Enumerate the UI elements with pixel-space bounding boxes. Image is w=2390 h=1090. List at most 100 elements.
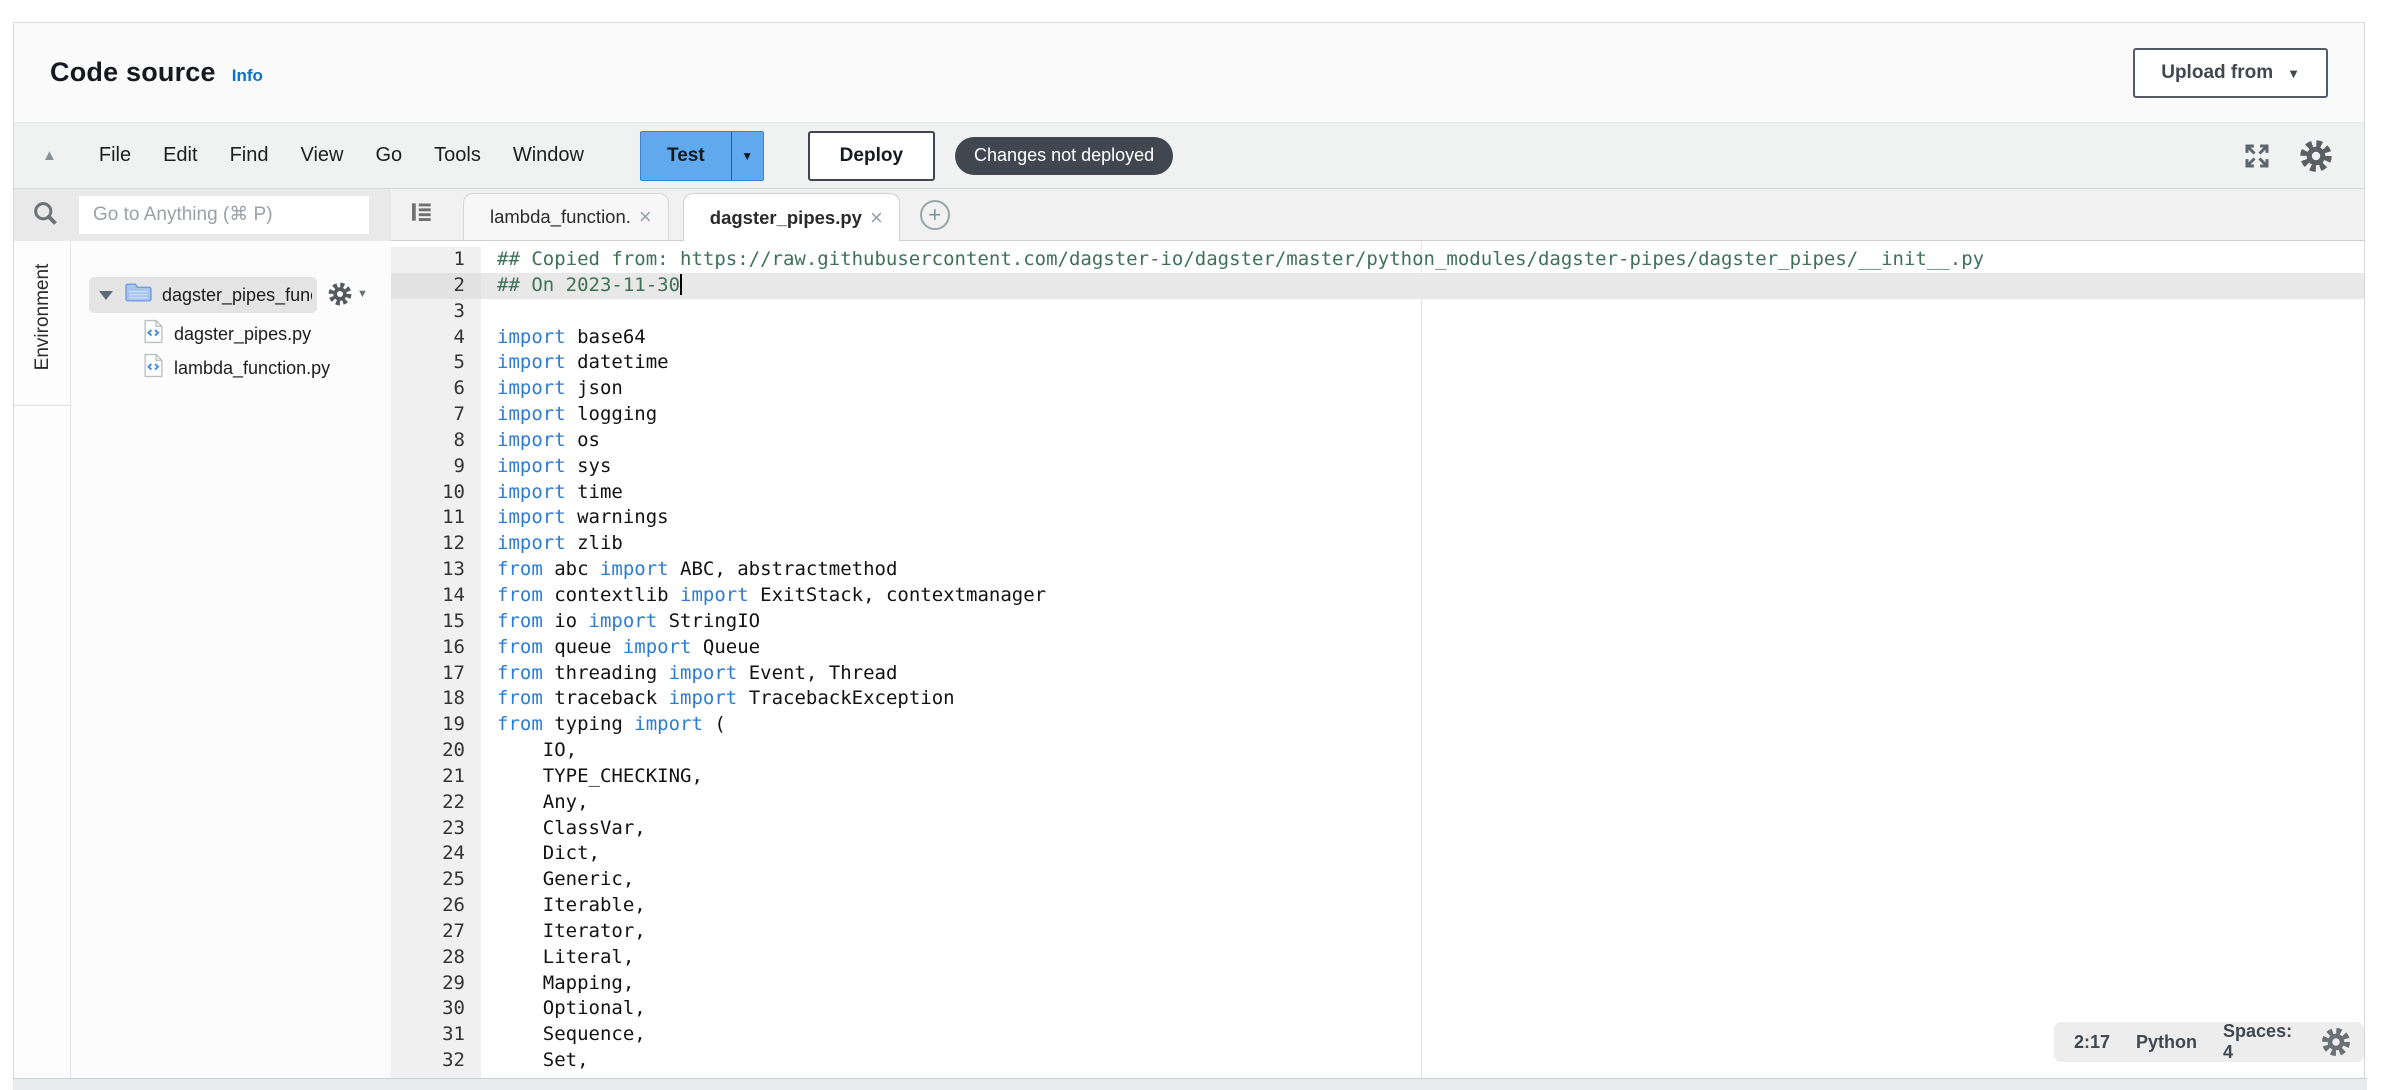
menu-file[interactable]: File <box>83 136 147 175</box>
line-number: 31 <box>391 1022 481 1048</box>
deploy-button[interactable]: Deploy <box>808 131 935 181</box>
code-line[interactable]: 25 Generic, <box>391 867 2364 893</box>
environment-dock: Environment <box>14 241 71 1078</box>
line-content: from contextlib import ExitStack, contex… <box>481 583 2364 609</box>
line-content: ## Copied from: https://raw.githubuserco… <box>481 247 2364 273</box>
search-input[interactable] <box>79 196 369 234</box>
fullscreen-icon[interactable] <box>2242 141 2272 171</box>
code-line[interactable]: 7import logging <box>391 402 2364 428</box>
line-content: from threading import Event, Thread <box>481 661 2364 687</box>
line-number: 15 <box>391 609 481 635</box>
new-tab-icon[interactable]: + <box>920 200 950 230</box>
upload-from-label: Upload from <box>2161 62 2273 84</box>
code-line[interactable]: 24 Dict, <box>391 841 2364 867</box>
settings-gear-icon[interactable] <box>2298 138 2334 174</box>
code-line[interactable]: 8import os <box>391 428 2364 454</box>
chevron-down-icon: ▼ <box>357 288 368 300</box>
menu-find[interactable]: Find <box>214 136 285 175</box>
environment-tab[interactable]: Environment <box>14 241 71 406</box>
tree-settings-button[interactable]: ▼ <box>327 281 368 307</box>
menu-window[interactable]: Window <box>497 136 600 175</box>
code-line[interactable]: 4import base64 <box>391 325 2364 351</box>
folder-label: dagster_pipes_funct <box>162 285 312 306</box>
test-dropdown-icon[interactable]: ▼ <box>731 132 763 180</box>
code-editor[interactable]: 1## Copied from: https://raw.githubuserc… <box>391 241 2364 1078</box>
line-number: 8 <box>391 428 481 454</box>
code-line[interactable]: 3 <box>391 299 2364 325</box>
code-line[interactable]: 9import sys <box>391 454 2364 480</box>
line-number: 13 <box>391 557 481 583</box>
line-content: Dict, <box>481 841 2364 867</box>
tab-label: lambda_function. <box>490 206 631 228</box>
line-content: Mapping, <box>481 971 2364 997</box>
tab-lambda-function[interactable]: lambda_function. × <box>463 193 669 240</box>
code-line[interactable]: 21 TYPE_CHECKING, <box>391 764 2364 790</box>
code-line[interactable]: 29 Mapping, <box>391 971 2364 997</box>
code-line[interactable]: 22 Any, <box>391 790 2364 816</box>
info-link[interactable]: Info <box>232 66 263 86</box>
menu-items: File Edit Find View Go Tools Window <box>83 136 600 175</box>
line-number: 5 <box>391 350 481 376</box>
line-number: 21 <box>391 764 481 790</box>
tab-list-icon[interactable] <box>409 199 435 230</box>
line-content: from queue import Queue <box>481 635 2364 661</box>
line-content: import base64 <box>481 325 2364 351</box>
code-line[interactable]: 6import json <box>391 376 2364 402</box>
code-line[interactable]: 5import datetime <box>391 350 2364 376</box>
line-number: 14 <box>391 583 481 609</box>
code-line[interactable]: 27 Iterator, <box>391 919 2364 945</box>
test-button[interactable]: Test <box>641 132 731 180</box>
line-number: 20 <box>391 738 481 764</box>
tree-file-dagster-pipes[interactable]: dagster_pipes.py <box>143 317 311 351</box>
menu-go[interactable]: Go <box>359 136 418 175</box>
code-line[interactable]: 13from abc import ABC, abstractmethod <box>391 557 2364 583</box>
code-line[interactable]: 20 IO, <box>391 738 2364 764</box>
status-gear-icon[interactable] <box>2320 1026 2352 1058</box>
indentation-setting[interactable]: Spaces: 4 <box>2223 1021 2300 1063</box>
tree-file-lambda-function[interactable]: lambda_function.py <box>143 351 330 385</box>
line-number: 1 <box>391 247 481 273</box>
cursor-position[interactable]: 2:17 <box>2074 1032 2110 1053</box>
line-content: Optional, <box>481 996 2364 1022</box>
line-content: import warnings <box>481 505 2364 531</box>
code-line[interactable]: 17from threading import Event, Thread <box>391 661 2364 687</box>
menu-view[interactable]: View <box>284 136 359 175</box>
collapse-panel-icon[interactable]: ▲ <box>42 147 57 164</box>
code-line[interactable]: 30 Optional, <box>391 996 2364 1022</box>
folder-icon <box>125 282 152 308</box>
code-line[interactable]: 1## Copied from: https://raw.githubuserc… <box>391 247 2364 273</box>
deploy-status-badge: Changes not deployed <box>955 137 1173 175</box>
language-mode[interactable]: Python <box>2136 1032 2197 1053</box>
code-line[interactable]: 28 Literal, <box>391 945 2364 971</box>
line-number: 26 <box>391 893 481 919</box>
code-line[interactable]: 12import zlib <box>391 531 2364 557</box>
code-line[interactable]: 18from traceback import TracebackExcepti… <box>391 686 2364 712</box>
line-content: import time <box>481 480 2364 506</box>
line-number: 17 <box>391 661 481 687</box>
code-line[interactable]: 23 ClassVar, <box>391 816 2364 842</box>
code-line[interactable]: 11import warnings <box>391 505 2364 531</box>
tab-dagster-pipes[interactable]: dagster_pipes.py × <box>683 193 900 241</box>
environment-label: Environment <box>32 257 54 377</box>
menu-edit[interactable]: Edit <box>147 136 213 175</box>
console-collapsed-bar[interactable] <box>13 1078 2367 1090</box>
line-content: from io import StringIO <box>481 609 2364 635</box>
code-line[interactable]: 16from queue import Queue <box>391 635 2364 661</box>
line-number: 11 <box>391 505 481 531</box>
code-line[interactable]: 19from typing import ( <box>391 712 2364 738</box>
code-line[interactable]: 2## On 2023-11-30 <box>391 273 2364 299</box>
code-line[interactable]: 14from contextlib import ExitStack, cont… <box>391 583 2364 609</box>
menu-tools[interactable]: Tools <box>418 136 497 175</box>
close-icon[interactable]: × <box>639 206 652 228</box>
tree-folder-row[interactable]: dagster_pipes_funct <box>89 277 317 313</box>
code-line[interactable]: 15from io import StringIO <box>391 609 2364 635</box>
chevron-down-icon[interactable] <box>99 291 113 300</box>
line-number: 9 <box>391 454 481 480</box>
line-number: 2 <box>391 273 481 299</box>
code-line[interactable]: 10import time <box>391 480 2364 506</box>
close-icon[interactable]: × <box>870 207 883 229</box>
line-number: 23 <box>391 816 481 842</box>
code-line[interactable]: 26 Iterable, <box>391 893 2364 919</box>
line-content: Iterator, <box>481 919 2364 945</box>
upload-from-button[interactable]: Upload from ▼ <box>2133 48 2328 98</box>
